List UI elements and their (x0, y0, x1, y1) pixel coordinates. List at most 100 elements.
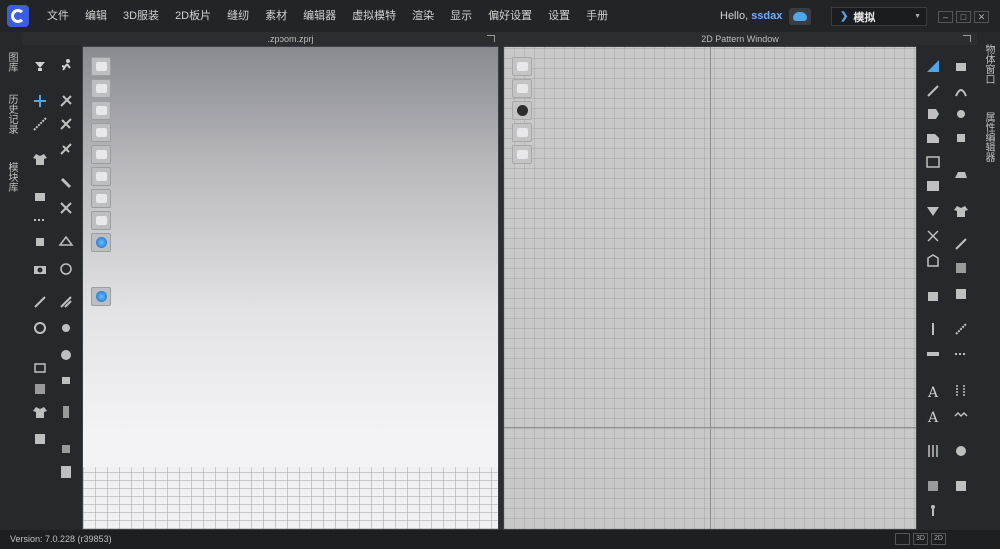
ruler-icon[interactable] (922, 343, 944, 365)
x-ray-icon[interactable] (91, 211, 111, 230)
down-arrow-tool-icon[interactable] (29, 55, 51, 77)
tab-history[interactable]: 历史记录 (4, 94, 19, 134)
strap-tool-icon[interactable] (55, 172, 77, 194)
segment-icon[interactable] (922, 318, 944, 340)
fabric-icon[interactable] (55, 438, 77, 460)
avatar-display-icon[interactable] (91, 57, 111, 76)
clone-icon[interactable] (950, 127, 972, 149)
polygon-icon[interactable] (922, 103, 944, 125)
menu-sewing[interactable]: 缝纫 (219, 0, 257, 32)
arrange-icon[interactable] (29, 185, 51, 207)
globe-icon[interactable] (91, 233, 111, 252)
camera-icon[interactable] (29, 258, 51, 280)
tshirt-icon[interactable] (29, 148, 51, 170)
view-2d-button[interactable]: 2D (931, 533, 946, 545)
measure-icon[interactable] (950, 440, 972, 462)
pattern-checker-icon[interactable] (950, 283, 972, 305)
run-avatar-icon[interactable] (55, 55, 77, 77)
pattern-display-icon[interactable] (512, 79, 532, 98)
add-point-icon[interactable] (950, 103, 972, 125)
surface-icon[interactable] (91, 189, 111, 208)
hanger-icon[interactable] (55, 231, 77, 253)
garment-display-icon[interactable] (91, 79, 111, 98)
gizmo-icon[interactable] (55, 258, 77, 280)
pattern-grid-icon[interactable] (922, 175, 944, 197)
button-tool-icon[interactable] (55, 317, 77, 339)
menu-3d-garment[interactable]: 3D服装 (115, 0, 167, 32)
menu-editor[interactable]: 编辑器 (295, 0, 344, 32)
menu-file[interactable]: 文件 (39, 0, 77, 32)
menu-edit[interactable]: 编辑 (77, 0, 115, 32)
stack-icon[interactable] (950, 475, 972, 497)
environment-globe-icon[interactable] (91, 287, 111, 306)
grading-icon[interactable] (922, 440, 944, 462)
menu-avatar[interactable]: 虚拟模特 (344, 0, 404, 32)
menu-display[interactable]: 显示 (442, 0, 480, 32)
window-3d-viewport[interactable] (82, 46, 499, 530)
pin-tool-icon[interactable] (55, 113, 77, 135)
maximize-icon[interactable]: □ (956, 11, 971, 23)
expand-3d-icon[interactable] (487, 35, 495, 42)
line-tool-icon[interactable] (29, 291, 51, 313)
curve-point-icon[interactable] (950, 80, 972, 102)
annotation-icon[interactable]: A (922, 405, 944, 427)
zipper-icon[interactable] (55, 401, 77, 423)
cut-tool-icon[interactable] (55, 197, 77, 219)
rectangle-tool-icon[interactable] (922, 127, 944, 149)
menu-manual[interactable]: 手册 (578, 0, 616, 32)
triangle-select-icon[interactable] (922, 55, 944, 77)
book-icon[interactable] (29, 428, 51, 450)
slash-spread-icon[interactable] (922, 250, 944, 272)
fold-tool-icon[interactable] (55, 138, 77, 160)
cloud-icon[interactable] (789, 8, 811, 25)
avatar-icon[interactable] (91, 145, 111, 164)
transform-icon[interactable] (29, 113, 51, 135)
pleat-icon[interactable] (55, 291, 77, 313)
checker-icon[interactable] (950, 257, 972, 279)
tab-object-browser[interactable]: 物体窗口 (981, 44, 996, 84)
minimize-icon[interactable]: – (938, 11, 953, 23)
pencil-icon[interactable] (512, 57, 532, 76)
tab-property-editor[interactable]: 属性编辑器 (981, 112, 996, 162)
buttonhole-icon[interactable] (55, 344, 77, 366)
topstitch-icon[interactable] (950, 380, 972, 402)
sketch-icon[interactable] (922, 475, 944, 497)
move-tool-icon[interactable] (29, 90, 51, 112)
username[interactable]: ssdax (751, 10, 782, 22)
iron-icon[interactable] (950, 163, 972, 185)
rotate-icon[interactable] (29, 317, 51, 339)
lock-icon[interactable] (55, 367, 77, 389)
close-icon[interactable]: ✕ (974, 11, 989, 23)
view-layout-icon[interactable] (895, 533, 910, 545)
menu-preferences[interactable]: 偏好设置 (480, 0, 540, 32)
mode-selector[interactable]: ❯ 模拟 ▼ (831, 7, 927, 26)
garment-shape-icon[interactable] (91, 101, 111, 120)
seam-icon[interactable] (950, 233, 972, 255)
zigzag-icon[interactable] (950, 405, 972, 427)
cut-line-icon[interactable] (922, 225, 944, 247)
menu-settings[interactable]: 设置 (540, 0, 578, 32)
dashed-ruler-icon[interactable] (950, 343, 972, 365)
export-icon[interactable] (29, 355, 51, 377)
dart-icon[interactable] (922, 200, 944, 222)
fabric-thickness-icon[interactable] (91, 167, 111, 186)
garment-fit-icon[interactable] (29, 401, 51, 423)
menu-2d-pattern[interactable]: 2D板片 (167, 0, 219, 32)
texture-display-icon[interactable] (91, 123, 111, 142)
panel-icon[interactable] (55, 461, 77, 483)
menu-materials[interactable]: 素材 (257, 0, 295, 32)
tack-tool-icon[interactable] (29, 231, 51, 253)
menu-render[interactable]: 渲染 (404, 0, 442, 32)
avatar-size-icon[interactable] (29, 378, 51, 400)
view-3d-button[interactable]: 3D (913, 533, 928, 545)
info-icon[interactable] (512, 101, 532, 120)
pattern-shirt-icon[interactable] (512, 145, 532, 164)
tab-modular[interactable]: 模块库 (4, 162, 19, 192)
edit-point-icon[interactable] (922, 80, 944, 102)
diagonal-line-icon[interactable] (950, 318, 972, 340)
pattern-texture-icon[interactable] (512, 123, 532, 142)
fold-2d-icon[interactable] (922, 285, 944, 307)
stitch-tool-icon[interactable] (29, 208, 51, 230)
text-tool-icon[interactable]: A (922, 380, 944, 402)
garment-2d-icon[interactable] (950, 200, 972, 222)
